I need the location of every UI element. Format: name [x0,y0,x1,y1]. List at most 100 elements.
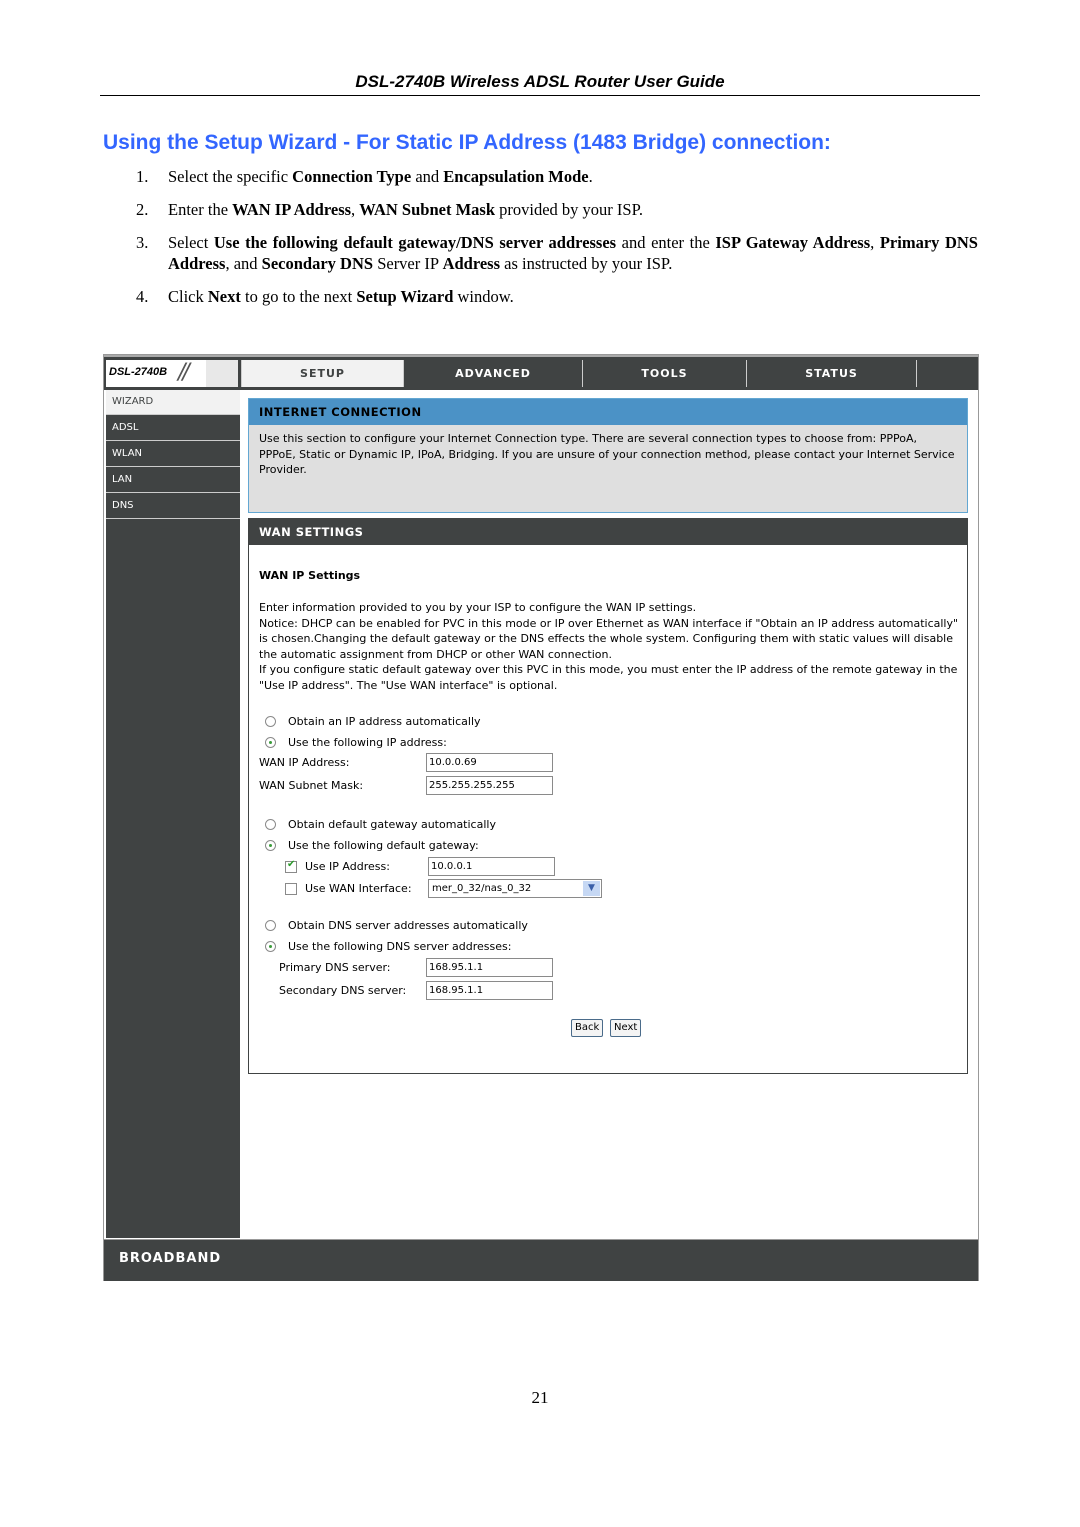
step-number: 1. [136,167,149,186]
step-emphasis: ISP Gateway Address [715,233,871,252]
top-nav-bar: DSL-2740B // SETUP ADVANCED TOOLS STATUS [104,355,978,390]
step-item: 3. Select Use the following default gatew… [136,232,978,274]
radio-label: Use the following DNS server addresses: [288,940,512,953]
radio-obtain-ip-auto[interactable]: Obtain an IP address automatically [265,715,481,728]
document-header: DSL-2740B Wireless ADSL Router User Guid… [355,72,725,91]
step-item: 4. Click Next to go to the next Setup Wiz… [136,286,978,307]
secondary-dns-input[interactable]: 168.95.1.1 [426,981,553,1000]
step-emphasis: Encapsulation Mode [443,167,589,186]
wan-description-line: Enter information provided to you by you… [259,601,697,614]
checkbox-label: Use IP Address: [305,860,390,873]
logo-background [206,360,238,387]
primary-dns-label: Primary DNS server: [279,961,391,974]
checkbox-checked[interactable] [285,859,297,873]
checkbox-unchecked[interactable] [285,882,297,895]
radio-button-selected[interactable] [265,737,276,748]
step-text: and enter the [616,233,716,252]
radio-label: Obtain an IP address automatically [288,715,481,728]
checkbox-use-wan-interface[interactable]: Use WAN Interface: [285,882,412,895]
step-text: provided by your ISP. [495,200,644,219]
radio-label: Use the following IP address: [288,736,447,749]
steps-list: 1. Select the specific Connection Type an… [136,166,978,319]
logo: DSL-2740B // [106,360,238,387]
page-number: 21 [531,1388,549,1407]
sidebar-item-wizard[interactable]: WIZARD [106,390,240,415]
radio-button-selected[interactable] [265,840,276,851]
wan-subnet-mask-label: WAN Subnet Mask: [259,779,364,792]
step-emphasis: WAN Subnet Mask [359,200,495,219]
step-text: . [588,167,593,186]
sidebar-item-wlan[interactable]: WLAN [106,442,240,467]
step-emphasis: Secondary DNS [261,254,374,273]
radio-button[interactable] [265,716,276,727]
step-emphasis: Setup Wizard [356,287,454,306]
step-text: Click [168,287,208,306]
footer-brand: BROADBAND [119,1251,222,1266]
step-text: to go to the next [240,287,357,306]
step-item: 2. Enter the WAN IP Address, WAN Subnet M… [136,199,978,220]
tab-advanced[interactable]: ADVANCED [403,360,582,387]
step-emphasis: Connection Type [292,167,412,186]
wan-ip-settings-subtitle: WAN IP Settings [259,569,361,582]
internet-connection-description: Use this section to configure your Inter… [259,432,955,476]
step-text: Enter the [168,200,233,219]
section-title: Using the Setup Wizard - For Static IP A… [103,131,831,154]
radio-use-following-gateway[interactable]: Use the following default gateway: [265,839,479,852]
radio-use-following-ip[interactable]: Use the following IP address: [265,736,447,749]
radio-label: Use the following default gateway: [288,839,479,852]
radio-button-selected[interactable] [265,941,276,952]
step-item: 1. Select the specific Connection Type an… [136,166,978,187]
radio-obtain-dns-auto[interactable]: Obtain DNS server addresses automaticall… [265,919,528,932]
step-number: 3. [136,233,149,252]
step-text: Server IP [373,254,443,273]
wan-description-notice: Notice: DHCP can be enabled for PVC in t… [259,616,959,661]
wan-interface-select[interactable]: mer_0_32/nas_0_32 ▼ [428,879,602,898]
header-rule [100,95,980,96]
tab-empty [916,360,976,387]
sidebar: WIZARD ADSL WLAN LAN DNS [106,390,240,1238]
sidebar-item-lan[interactable]: LAN [106,468,240,493]
step-text: as instructed by your ISP. [500,254,673,273]
radio-button[interactable] [265,920,276,931]
radio-button[interactable] [265,819,276,830]
checkbox-label: Use WAN Interface: [305,882,412,895]
radio-obtain-gateway-auto[interactable]: Obtain default gateway automatically [265,818,496,831]
step-emphasis: Address [442,254,501,273]
logo-text: DSL-2740B [109,366,168,378]
primary-dns-input[interactable]: 168.95.1.1 [426,958,553,977]
internet-connection-panel: INTERNET CONNECTION Use this section to … [248,398,968,513]
step-number: 2. [136,200,149,219]
next-button[interactable]: Next [610,1019,642,1037]
step-text: and [411,167,444,186]
tab-tools[interactable]: TOOLS [582,360,746,387]
wan-ip-input[interactable]: 10.0.0.69 [426,753,553,772]
tab-status[interactable]: STATUS [746,360,916,387]
secondary-dns-label: Secondary DNS server: [279,984,407,997]
wan-ip-label: WAN IP Address: [259,756,350,769]
wan-description: Enter information provided to you by you… [259,600,959,694]
tab-setup[interactable]: SETUP [241,360,403,387]
radio-use-following-dns[interactable]: Use the following DNS server addresses: [265,940,511,953]
wan-subnet-mask-input[interactable]: 255.255.255.255 [426,776,553,795]
step-emphasis: WAN IP Address [232,200,352,219]
logo-slash-icon: // [178,360,190,385]
step-text: , [870,233,880,252]
step-number: 4. [136,287,149,306]
gateway-ip-input[interactable]: 10.0.0.1 [428,857,555,876]
wan-settings-title: WAN SETTINGS [249,519,967,545]
sidebar-item-dns[interactable]: DNS [106,494,240,519]
internet-connection-title: INTERNET CONNECTION [249,399,967,425]
router-screenshot: DSL-2740B // SETUP ADVANCED TOOLS STATUS… [103,354,979,1281]
step-text: window. [453,287,514,306]
footer-bar: BROADBAND [104,1239,978,1281]
step-text: Select [168,233,214,252]
chevron-down-icon[interactable]: ▼ [583,881,600,896]
step-emphasis: Use the following default gateway/DNS se… [213,233,617,252]
step-text: , and [225,254,262,273]
sidebar-item-adsl[interactable]: ADSL [106,416,240,441]
checkbox-use-ip-address[interactable]: Use IP Address: [285,859,390,873]
back-button[interactable]: Back [571,1019,604,1037]
wan-settings-panel: WAN SETTINGS WAN IP Settings Enter infor… [248,518,968,1074]
step-emphasis: Next [207,287,241,306]
wan-description-gateway: If you configure static default gateway … [259,663,958,692]
